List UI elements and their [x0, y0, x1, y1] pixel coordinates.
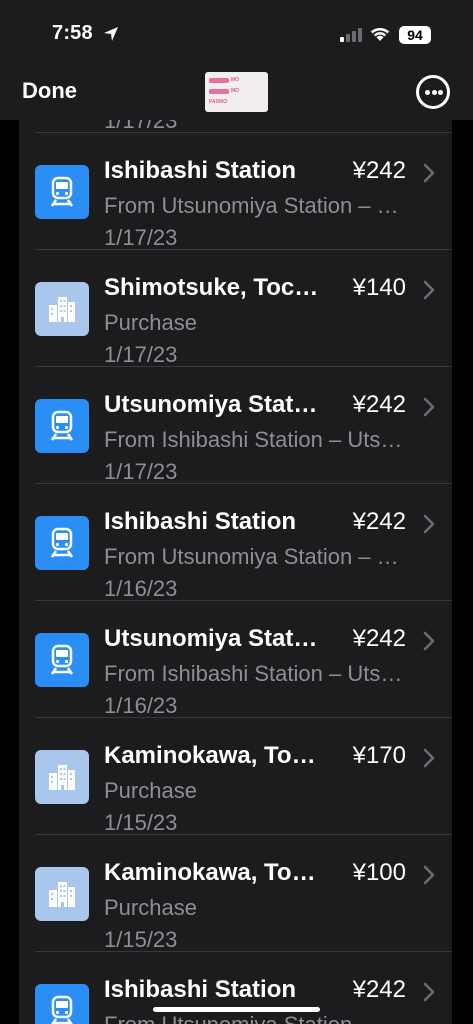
done-button[interactable]: Done — [22, 78, 77, 104]
home-indicator — [153, 1007, 320, 1012]
transaction-row[interactable]: Ishibashi Station ¥242 From Utsunomiya Sta… — [19, 133, 452, 250]
transaction-title: Ishibashi Station — [104, 157, 297, 184]
transaction-date: 1/17/23 — [104, 459, 178, 484]
wifi-icon — [369, 26, 391, 47]
transaction-amount: ¥242 — [352, 625, 406, 652]
transaction-subtitle: From Utsunomiya Station – Ishibashi — [104, 1012, 404, 1024]
chevron-right-icon — [423, 397, 435, 422]
chevron-right-icon — [423, 865, 435, 890]
transaction-row[interactable]: Kaminokawa, Tochigi ¥170 Purchase 1/15/23 — [19, 718, 452, 835]
transaction-date: 1/16/23 — [104, 693, 178, 718]
status-bar: 7:58 94 — [0, 0, 473, 62]
transaction-subtitle: From Ishibashi Station – Utsunomiya — [104, 661, 404, 686]
transaction-date: 1/17/23 — [104, 342, 178, 367]
location-arrow-icon — [103, 26, 119, 47]
transaction-title: Kaminokawa, Tochigi — [104, 742, 324, 769]
train-icon — [35, 165, 89, 219]
chevron-right-icon — [423, 748, 435, 773]
transaction-date: 1/16/23 — [104, 576, 178, 601]
chevron-right-icon — [423, 163, 435, 188]
train-icon — [35, 399, 89, 453]
transaction-date: 1/17/23 — [104, 225, 178, 250]
transaction-amount: ¥100 — [352, 859, 406, 886]
transaction-row[interactable]: Utsunomiya Station ¥242 From Ishibashi Sta… — [19, 601, 452, 718]
card-line-3: PASMO — [209, 99, 227, 105]
transaction-row[interactable]: Ishibashi Station ¥242 From Utsunomiya Sta… — [19, 484, 452, 601]
building-icon — [35, 750, 89, 804]
nav-bar: Done MO MO PASMO — [0, 62, 473, 120]
building-icon — [35, 282, 89, 336]
card-stripe — [209, 78, 229, 83]
transaction-title: Utsunomiya Station — [104, 391, 324, 418]
transaction-subtitle: Purchase — [104, 778, 197, 803]
card-thumbnail[interactable]: MO MO PASMO — [205, 72, 268, 112]
transaction-amount: ¥242 — [352, 508, 406, 535]
chevron-right-icon — [423, 514, 435, 539]
transaction-row[interactable]: Kaminokawa, Tochigi ¥100 Purchase 1/15/23 — [19, 835, 452, 952]
chevron-right-icon — [423, 280, 435, 305]
card-stripe — [209, 89, 229, 94]
chevron-right-icon — [423, 631, 435, 656]
chevron-right-icon — [423, 982, 435, 1007]
transaction-title: Shimotsuke, Tochigi — [104, 274, 324, 301]
train-icon — [35, 633, 89, 687]
transaction-subtitle: From Ishibashi Station – Utsunomiya — [104, 427, 404, 452]
transaction-title: Ishibashi Station — [104, 976, 297, 1003]
transaction-subtitle: From Utsunomiya Station – Ishibashi — [104, 193, 404, 218]
transaction-amount: ¥242 — [352, 391, 406, 418]
train-icon — [35, 984, 89, 1024]
transaction-amount: ¥170 — [352, 742, 406, 769]
train-icon — [35, 516, 89, 570]
ellipsis-circle-icon — [425, 90, 430, 95]
transaction-date: 1/15/23 — [104, 927, 178, 952]
transaction-row[interactable]: Shimotsuke, Tochigi ¥140 Purchase 1/17/23 — [19, 250, 452, 367]
status-time: 7:58 — [52, 22, 93, 44]
cellular-signal-icon — [340, 28, 362, 47]
battery-icon: 94 — [399, 26, 431, 44]
transaction-subtitle: Purchase — [104, 895, 197, 920]
transaction-subtitle: Purchase — [104, 310, 197, 335]
transaction-title: Ishibashi Station — [104, 508, 297, 535]
transaction-title: Utsunomiya Station — [104, 625, 324, 652]
more-options-button[interactable] — [416, 75, 450, 109]
card-line-2: MO — [231, 88, 240, 94]
transaction-list-panel: 1/17/23 Ishibashi Station ¥242 From Utsuno… — [19, 120, 452, 1024]
card-line-1: MO — [231, 77, 240, 83]
transaction-date: 1/15/23 — [104, 810, 178, 835]
transaction-subtitle: From Utsunomiya Station – Ishibashi — [104, 544, 404, 569]
transaction-row[interactable]: Ishibashi Station ¥242 From Utsunomiya Sta… — [19, 952, 452, 1024]
transaction-amount: ¥242 — [352, 157, 406, 184]
transaction-title: Kaminokawa, Tochigi — [104, 859, 324, 886]
building-icon — [35, 867, 89, 921]
transaction-list: 1/17/23 Ishibashi Station ¥242 From Utsuno… — [0, 120, 473, 1024]
transaction-amount: ¥140 — [352, 274, 406, 301]
transaction-amount: ¥242 — [352, 976, 406, 1003]
transaction-row[interactable]: Utsunomiya Station ¥242 From Ishibashi Sta… — [19, 367, 452, 484]
